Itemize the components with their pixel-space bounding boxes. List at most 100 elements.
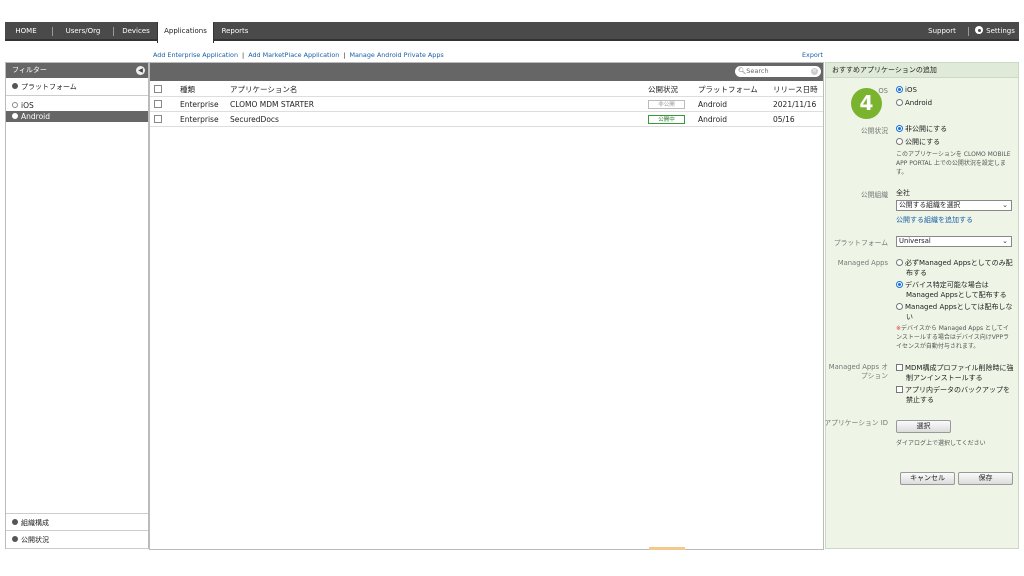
step-number-badge: 4 (851, 88, 882, 119)
filter-section-org[interactable]: 組織構成 (6, 513, 148, 531)
row-platform: Android (698, 115, 727, 124)
table-row[interactable]: Enterprise CLOMO MDM STARTER 非公開 Android… (150, 97, 823, 112)
filter-header: フィルター ◀ (6, 63, 148, 78)
col-type[interactable]: 種類 (180, 82, 195, 97)
filter-option-ios[interactable]: iOS (6, 100, 148, 111)
managed-options-label: Managed Apps オプション (828, 363, 888, 380)
managed-option-if-identifiable[interactable]: デバイス特定可能な場合は Managed Appsとして配布する (896, 280, 1014, 300)
org-select-value: 公開する組織を選択 (899, 201, 961, 209)
clear-icon[interactable]: × (811, 68, 818, 75)
manage-android-private-apps-link[interactable]: Manage Android Private Apps (349, 51, 443, 59)
chevron-down-icon: ⌄ (1002, 201, 1008, 209)
row-checkbox[interactable] (154, 100, 162, 108)
link-separator: | (242, 51, 245, 59)
select-app-button[interactable]: 選択 (896, 420, 951, 433)
platform-label: プラットフォーム (833, 239, 888, 247)
add-org-link[interactable]: 公開する組織を追加する (896, 215, 973, 225)
col-name[interactable]: アプリケーション名 (230, 82, 297, 97)
col-status[interactable]: 公開状況 (648, 82, 678, 97)
row-release: 05/16 (773, 115, 795, 124)
os-label: OS (878, 87, 888, 95)
org-label: 公開組織 (860, 191, 888, 199)
publish-label: 公開状況 (860, 127, 888, 135)
managed-option-label: デバイス特定可能な場合は Managed Appsとして配布する (905, 281, 1007, 299)
row-name: SecuredDocs (230, 115, 279, 124)
nav-reports[interactable]: Reports (219, 22, 251, 41)
org-section-label: 組織構成 (21, 519, 49, 527)
row-checkbox[interactable] (154, 115, 162, 123)
nav-divider (113, 27, 114, 36)
os-option-label: Android (905, 99, 933, 107)
expand-icon (12, 83, 18, 89)
app-id-label: アプリケーション ID (824, 419, 888, 427)
filter-title: フィルター (12, 66, 47, 74)
search-input[interactable]: 🔍︎Search × (735, 66, 821, 77)
app-id-note: ダイアログ上で選択してください (896, 440, 986, 447)
org-select[interactable]: 公開する組織を選択 ⌄ (896, 200, 1012, 211)
publish-option-private[interactable]: 非公開にする (896, 124, 947, 134)
select-all-checkbox[interactable] (154, 85, 162, 93)
nav-divider (968, 27, 969, 36)
radio-icon (896, 303, 903, 310)
save-button[interactable]: 保存 (958, 472, 1013, 485)
radio-icon (896, 138, 903, 145)
filter-section-status[interactable]: 公開状況 (6, 531, 148, 549)
export-link[interactable]: Export (802, 51, 823, 59)
disable-backup-checkbox[interactable]: アプリ内データのバックアップを禁止する (896, 385, 1014, 405)
col-platform[interactable]: プラットフォーム (698, 82, 758, 97)
status-badge: 公開中 (648, 115, 685, 124)
link-separator: | (343, 51, 346, 59)
table-row[interactable]: Enterprise SecuredDocs 公開中 Android 05/16 (150, 112, 823, 127)
nav-devices[interactable]: Devices (117, 22, 155, 41)
cancel-button[interactable]: キャンセル (900, 472, 955, 485)
publish-note: このアプリケーションを CLOMO MOBILE APP PORTAL 上での公… (896, 151, 1011, 176)
force-uninstall-checkbox[interactable]: MDM構成プロファイル削除時に強制アンインストールする (896, 363, 1014, 383)
scroll-indicator[interactable] (649, 547, 685, 550)
publish-option-label: 公開にする (905, 138, 941, 146)
os-option-android[interactable]: Android (896, 99, 932, 107)
row-type: Enterprise (180, 115, 219, 124)
org-value: 全社 (896, 189, 910, 197)
managed-option-never[interactable]: Managed Appsとしては配布しない (896, 302, 1014, 322)
filter-section-platform[interactable]: プラットフォーム (6, 78, 148, 96)
managed-option-only[interactable]: 必ずManaged Appsとしてのみ配布する (896, 258, 1014, 278)
add-marketplace-app-link[interactable]: Add MarketPlace Application (248, 51, 339, 59)
row-type: Enterprise (180, 100, 219, 109)
radio-icon (896, 259, 903, 266)
radio-icon (12, 113, 18, 119)
radio-selected-icon (896, 86, 903, 93)
gear-icon (975, 26, 984, 34)
add-enterprise-app-link[interactable]: Add Enterprise Application (153, 51, 238, 59)
radio-icon (896, 99, 903, 106)
platform-select-value: Universal (899, 237, 931, 245)
nav-divider (52, 27, 53, 36)
managed-option-label: 必ずManaged Appsとしてのみ配布する (905, 259, 1013, 277)
checkbox-icon (896, 364, 903, 371)
status-section-label: 公開状況 (21, 536, 49, 544)
expand-icon (12, 536, 18, 542)
nav-support[interactable]: Support (927, 22, 957, 41)
action-links: Add Enterprise Application | Add MarketPla… (153, 51, 444, 59)
collapse-icon[interactable]: ◀ (136, 66, 145, 75)
table-header-row: 種類 アプリケーション名 公開状況 プラットフォーム リリース日時 (150, 82, 823, 97)
filter-option-android[interactable]: Android (6, 111, 148, 122)
checkbox-label: アプリ内データのバックアップを禁止する (905, 386, 1010, 404)
filter-option-label: iOS (21, 101, 34, 110)
nav-settings[interactable]: Settings (975, 22, 1015, 41)
col-release[interactable]: リリース日時 (773, 82, 818, 97)
publish-option-label: 非公開にする (905, 125, 948, 133)
nav-users-org[interactable]: Users/Org (59, 22, 107, 41)
filter-option-label: Android (21, 112, 50, 121)
publish-option-public[interactable]: 公開にする (896, 137, 940, 147)
os-option-label: iOS (905, 86, 917, 94)
checkbox-label: MDM構成プロファイル削除時に強制アンインストールする (905, 364, 1014, 382)
platform-select[interactable]: Universal ⌄ (896, 236, 1012, 247)
row-platform: Android (698, 100, 727, 109)
table-toolbar: 🔍︎Search × (150, 63, 823, 81)
nav-home[interactable]: HOME (13, 22, 39, 41)
os-option-ios[interactable]: iOS (896, 86, 917, 94)
row-name: CLOMO MDM STARTER (230, 100, 314, 109)
managed-option-label: Managed Appsとしては配布しない (905, 303, 1013, 321)
nav-applications[interactable]: Applications (157, 22, 214, 43)
chevron-down-icon: ⌄ (1002, 237, 1008, 245)
